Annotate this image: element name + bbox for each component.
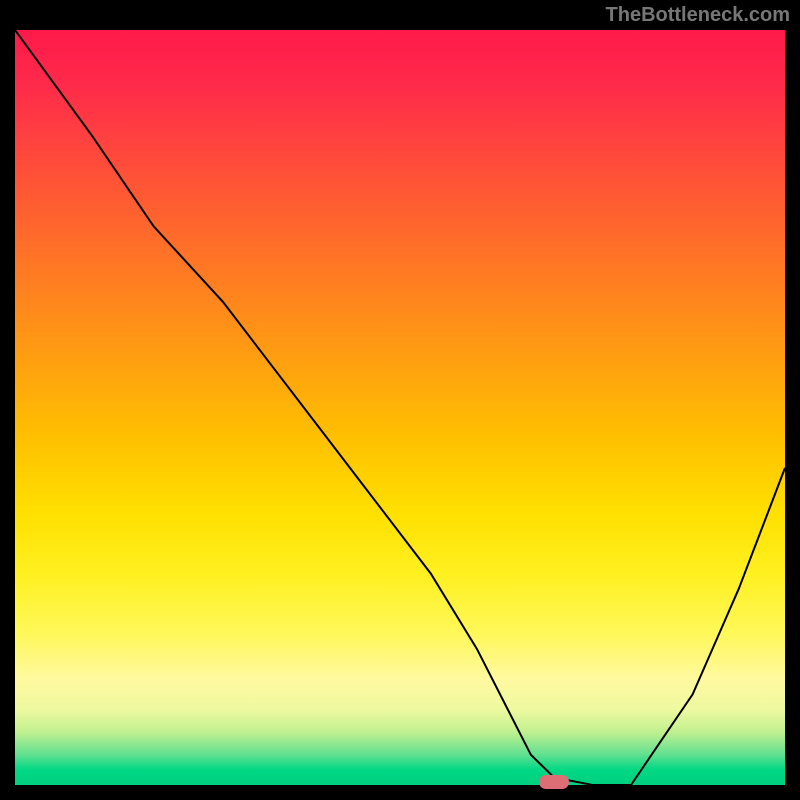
bottleneck-curve-line: [15, 30, 785, 785]
plot-area: [15, 30, 785, 785]
chart-svg: [15, 30, 785, 785]
optimal-marker: [539, 775, 569, 789]
watermark-text: TheBottleneck.com: [606, 4, 790, 27]
